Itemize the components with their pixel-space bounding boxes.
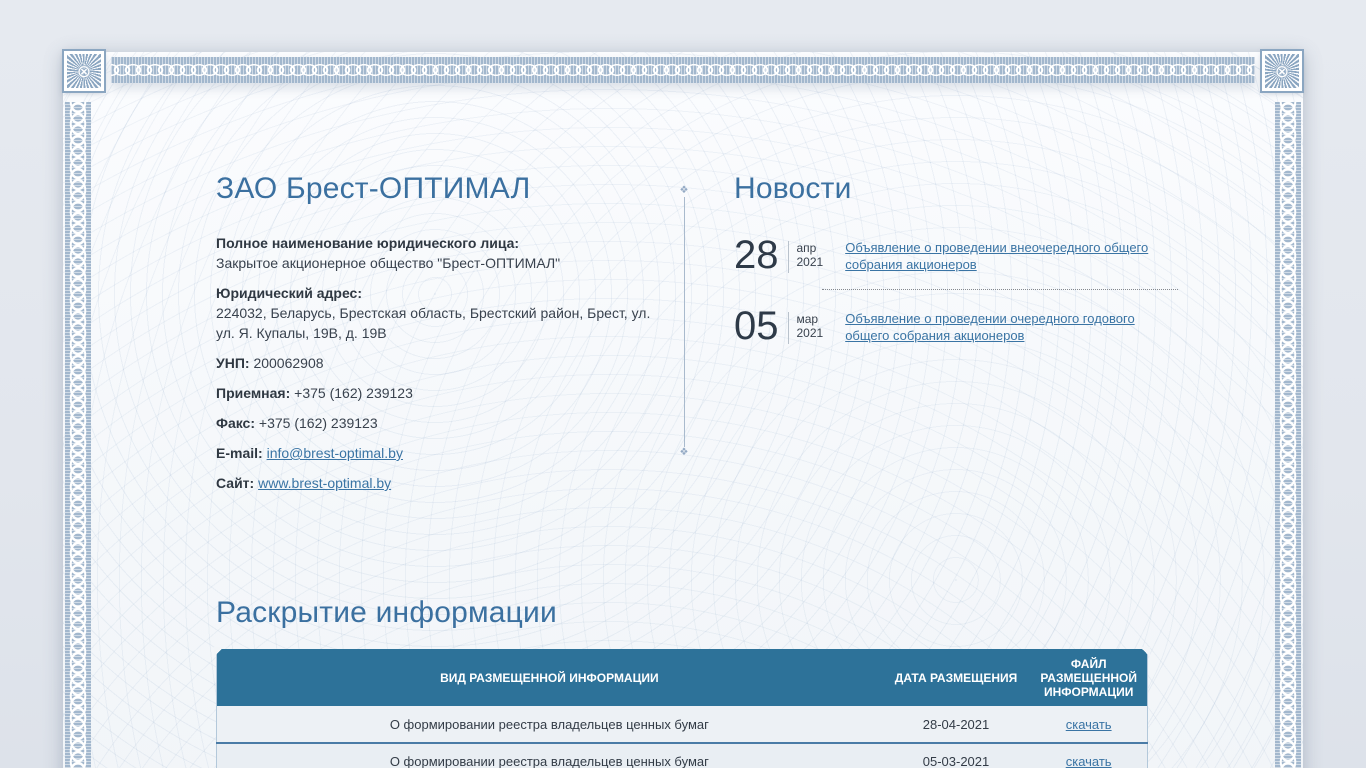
news-day-divider: [787, 241, 789, 273]
top-columns: ЗАО Брест-ОПТИМАЛ Полное наименование юр…: [216, 172, 1178, 554]
news-month-year: апр 2021: [797, 241, 824, 269]
cell-date: 28-04-2021: [881, 706, 1031, 743]
disclosure-table-wrap: ВИД РАЗМЕЩЕННОЙ ИНФОРМАЦИИ ДАТА РАЗМЕЩЕНИ…: [214, 647, 1150, 768]
table-header-cell: ДАТА РАЗМЕЩЕНИЯ: [881, 649, 1031, 706]
company-field-website: Сайт: www.brest-optimal.by: [216, 473, 668, 493]
disclosure-table: ВИД РАЗМЕЩЕННОЙ ИНФОРМАЦИИ ДАТА РАЗМЕЩЕНИ…: [216, 649, 1148, 768]
cell-file: скачать: [1030, 742, 1148, 768]
divider-finial-icon: ❖: [679, 185, 689, 196]
table-header-cell: ВИД РАЗМЕЩЕННОЙ ИНФОРМАЦИИ: [216, 649, 882, 706]
column-divider: ❖ ❖: [679, 186, 689, 458]
field-label: Факс:: [216, 415, 256, 431]
field-value: 200062908: [253, 355, 324, 371]
email-link[interactable]: info@brest-optimal.by: [267, 445, 403, 461]
circled-x-icon: ⊗: [1274, 61, 1290, 81]
cell-date: 05-03-2021: [881, 742, 1031, 768]
disclosure-section: Раскрытие информации ВИД РАЗМЕЩЕННОЙ ИНФ…: [214, 596, 1178, 768]
field-label: УНП:: [216, 355, 250, 371]
field-label: Приемная:: [216, 385, 291, 401]
news-section: Новости 28 апр 2021 Объявление о проведении…: [734, 172, 1178, 348]
divider-finial-icon: ❖: [679, 447, 689, 458]
company-field-fax: Факс: +375 (162) 239123: [216, 413, 668, 433]
company-field-full-name: Полное наименование юридического лица: За…: [216, 233, 668, 273]
table-row: О формировании реестра владельцев ценных…: [216, 742, 1148, 768]
cell-file: скачать: [1030, 706, 1148, 743]
company-title: ЗАО Брест-ОПТИМАЛ: [216, 172, 531, 205]
news-link[interactable]: Объявление о проведении очередного годов…: [845, 310, 1163, 344]
main-content: ЗАО Брест-ОПТИМАЛ Полное наименование юр…: [214, 172, 1178, 768]
field-label: E-mail:: [216, 445, 263, 461]
news-month-year: мар 2021: [797, 312, 824, 340]
divider-line: [683, 197, 685, 447]
field-label: Юридический адрес:: [216, 285, 362, 301]
company-field-email: E-mail: info@brest-optimal.by: [216, 443, 668, 463]
field-label: Полное наименование юридического лица:: [216, 235, 520, 251]
news-title: Новости: [734, 172, 852, 205]
border-band-right: [1275, 102, 1301, 768]
field-value: +375 (162) 239123: [294, 385, 413, 401]
news-separator: [822, 289, 1178, 290]
corner-ornament-icon: ⊗: [1262, 51, 1302, 91]
border-band-left: [65, 102, 91, 768]
page: ⊗ ⊗ ЗАО Брест-ОПТИМАЛ Полное наименовани…: [0, 0, 1366, 768]
field-value: Закрытое акционерное общество "Брест-ОПТ…: [216, 255, 561, 271]
news-day: 05: [734, 304, 779, 348]
border-band-top: [111, 57, 1255, 83]
circled-x-icon: ⊗: [76, 61, 92, 81]
company-info-section: ЗАО Брест-ОПТИМАЛ Полное наименование юр…: [216, 172, 668, 493]
company-field-unp: УНП: 200062908: [216, 353, 668, 373]
field-value: 224032, Беларусь, Брестская область, Бре…: [216, 305, 651, 341]
news-day-divider: [787, 312, 789, 344]
news-item: 05 мар 2021 Объявление о проведении очередн…: [734, 304, 1178, 348]
download-link[interactable]: скачать: [1066, 717, 1112, 732]
field-value: +375 (162) 239123: [258, 415, 378, 431]
cell-info: О формировании реестра владельцев ценных…: [216, 706, 882, 743]
table-row: О формировании реестра владельцев ценных…: [216, 706, 1148, 743]
news-item: 28 апр 2021 Объявление о проведении внеочер…: [734, 233, 1178, 277]
field-label: Сайт:: [216, 475, 255, 491]
download-link[interactable]: скачать: [1066, 754, 1112, 768]
disclosure-title: Раскрытие информации: [216, 596, 557, 629]
news-month: апр: [796, 241, 817, 255]
news-year: 2021: [796, 326, 824, 340]
corner-ornament-icon: ⊗: [64, 51, 104, 91]
news-day: 28: [734, 233, 779, 277]
news-link[interactable]: Объявление о проведении внеочередного об…: [845, 239, 1163, 273]
news-year: 2021: [796, 255, 824, 269]
company-field-legal-address: Юридический адрес: 224032, Беларусь, Брес…: [216, 283, 668, 343]
company-field-reception-phone: Приемная: +375 (162) 239123: [216, 383, 668, 403]
news-month: мар: [796, 312, 819, 326]
news-list: 28 апр 2021 Объявление о проведении внеочер…: [734, 233, 1178, 348]
company-fields: Полное наименование юридического лица: За…: [216, 233, 668, 493]
certificate-sheet: ⊗ ⊗ ЗАО Брест-ОПТИМАЛ Полное наименовани…: [63, 51, 1303, 768]
cell-info: О формировании реестра владельцев ценных…: [216, 742, 882, 768]
table-header-cell: ФАЙЛ РАЗМЕЩЕННОЙ ИНФОРМАЦИИ: [1030, 649, 1148, 706]
table-header-row: ВИД РАЗМЕЩЕННОЙ ИНФОРМАЦИИ ДАТА РАЗМЕЩЕНИ…: [216, 649, 1148, 706]
website-link[interactable]: www.brest-optimal.by: [258, 475, 391, 491]
